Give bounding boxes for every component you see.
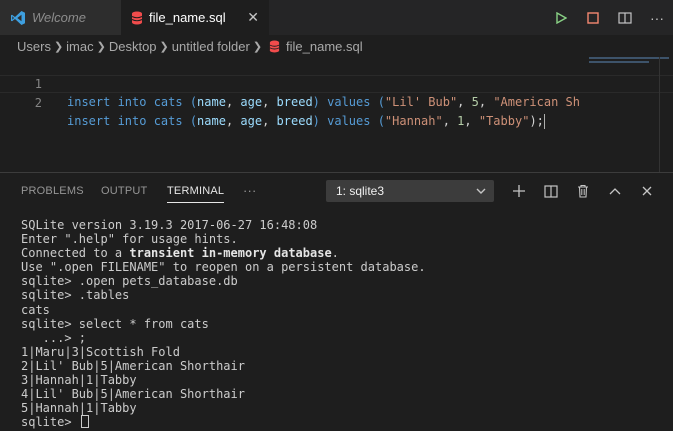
string-literal: "Hannah"	[384, 114, 443, 128]
separator: ,	[225, 95, 241, 109]
terminal-line: SQLite version 3.19.3 2017-06-27 16:48:0…	[21, 218, 318, 232]
string-literal: "American Sh	[493, 95, 581, 109]
breadcrumb-item[interactable]: imac	[66, 39, 93, 54]
chevron-up-icon[interactable]	[604, 173, 626, 209]
code-line: 2 insert into cats (name, age, breed) va…	[0, 75, 673, 129]
trash-icon[interactable]	[572, 173, 594, 209]
minimap[interactable]	[589, 57, 669, 63]
column-name: name	[197, 114, 226, 128]
split-terminal-icon[interactable]	[540, 173, 562, 209]
code-text: insert into cats (name, age, breed) valu…	[67, 93, 580, 111]
chevron-right-icon: ❯	[159, 40, 169, 53]
separator: ,	[225, 114, 241, 128]
more-actions-icon[interactable]: ···	[641, 0, 673, 35]
terminal-line: ...> ;	[21, 330, 87, 345]
code-text: insert into cats (name, age, breed) valu…	[67, 112, 545, 130]
terminal-line: 3|Hannah|1|Tabby	[21, 373, 137, 388]
terminal-select-value: 1: sqlite3	[336, 184, 385, 198]
breadcrumb-item[interactable]: Desktop	[109, 39, 157, 54]
editor-scrollbar[interactable]	[659, 57, 673, 172]
terminal-line: 1|Maru|3|Scottish Fold	[21, 344, 180, 359]
terminal-line: sqlite> select * from cats	[21, 316, 209, 331]
terminal-line: 2|Lil' Bub|5|American Shorthair	[21, 358, 245, 373]
sql-prefix: insert into cats (	[67, 114, 198, 128]
terminal-text: .	[331, 246, 339, 261]
more-views-icon[interactable]: ···	[243, 173, 257, 209]
tab-welcome[interactable]: Welcome	[0, 0, 121, 35]
sql-prefix: insert into cats (	[67, 95, 198, 109]
minimap-line	[589, 61, 649, 63]
column-name: breed	[276, 114, 313, 128]
chevron-down-icon	[475, 181, 487, 207]
terminal-text: Connected to a	[21, 246, 130, 261]
tab-label: Welcome	[32, 10, 86, 25]
tab-terminal[interactable]: TERMINAL	[167, 173, 225, 209]
stop-icon[interactable]	[577, 0, 609, 35]
tab-problems[interactable]: PROBLEMS	[21, 173, 84, 209]
separator: ,	[478, 95, 494, 109]
number-literal: 5	[471, 95, 479, 109]
editor-tab-bar: Welcome file_name.sql ✕ ···	[0, 0, 673, 35]
separator: ,	[442, 114, 458, 128]
sql-values: ) values (	[312, 114, 385, 128]
column-name: age	[240, 114, 263, 128]
string-literal: "Lil' Bub"	[384, 95, 458, 109]
database-file-icon	[131, 11, 143, 25]
terminal-line: Connected to a transient in-memory datab…	[21, 246, 661, 260]
chevron-right-icon: ❯	[252, 40, 263, 53]
breadcrumb-item[interactable]: file_name.sql	[286, 39, 363, 54]
close-icon[interactable]	[636, 173, 658, 209]
tab-file-name-sql[interactable]: file_name.sql ✕	[121, 0, 269, 35]
terminal-cursor	[80, 415, 89, 429]
code-editor[interactable]: 1 insert into cats (name, age, breed) va…	[0, 57, 673, 172]
breadcrumb: Users ❯ imac ❯ Desktop ❯ untitled folder…	[0, 35, 673, 57]
terminal-line: 5|Hannah|1|Tabby	[21, 401, 137, 416]
string-literal: "Tabby"	[478, 114, 530, 128]
terminal-line: cats	[21, 302, 50, 317]
code-line: 1 insert into cats (name, age, breed) va…	[0, 57, 673, 109]
terminal-line: Use ".open FILENAME" to reopen on a pers…	[21, 260, 426, 275]
terminal-select[interactable]: 1: sqlite3	[326, 180, 494, 202]
tab-output[interactable]: OUTPUT	[101, 173, 147, 209]
terminal-line: Enter ".help" for usage hints.	[21, 232, 238, 247]
sql-values: ) values (	[312, 95, 385, 109]
split-editor-icon[interactable]	[609, 0, 641, 35]
breadcrumb-item[interactable]: Users	[17, 39, 51, 54]
run-icon[interactable]	[545, 0, 577, 35]
chevron-right-icon: ❯	[53, 40, 64, 53]
line-number: 2	[34, 96, 42, 110]
terminal-line: sqlite> .open pets_database.db	[21, 274, 238, 289]
vscode-logo-icon	[10, 10, 26, 26]
minimap-line	[589, 57, 669, 59]
terminal-line: sqlite> .tables	[21, 288, 130, 303]
column-name: name	[197, 95, 226, 109]
bottom-panel: PROBLEMS OUTPUT TERMINAL ··· 1: sqlite3 …	[0, 172, 673, 431]
terminal-output[interactable]: SQLite version 3.19.3 2017-06-27 16:48:0…	[21, 218, 661, 429]
close-icon[interactable]: ✕	[247, 9, 259, 26]
terminal-prompt-line: sqlite>	[21, 415, 661, 429]
terminal-prompt: sqlite>	[21, 415, 79, 430]
chevron-right-icon: ❯	[96, 40, 106, 53]
separator: ,	[262, 114, 277, 128]
statement-end: );	[529, 114, 544, 128]
breadcrumb-item[interactable]: untitled folder	[172, 39, 250, 54]
terminal-bold-text: transient in-memory database	[129, 246, 332, 261]
separator: ,	[457, 95, 472, 109]
text-cursor	[543, 114, 545, 129]
editor-actions: ···	[545, 0, 673, 35]
database-file-icon	[269, 40, 280, 53]
tab-label: file_name.sql	[149, 10, 226, 25]
plus-icon[interactable]	[508, 173, 530, 209]
panel-header: PROBLEMS OUTPUT TERMINAL ··· 1: sqlite3	[0, 173, 673, 209]
separator: ,	[464, 114, 479, 128]
column-name: age	[240, 95, 263, 109]
column-name: breed	[276, 95, 313, 109]
separator: ,	[262, 95, 277, 109]
terminal-line: 4|Lil' Bub|5|American Shorthair	[21, 387, 245, 402]
